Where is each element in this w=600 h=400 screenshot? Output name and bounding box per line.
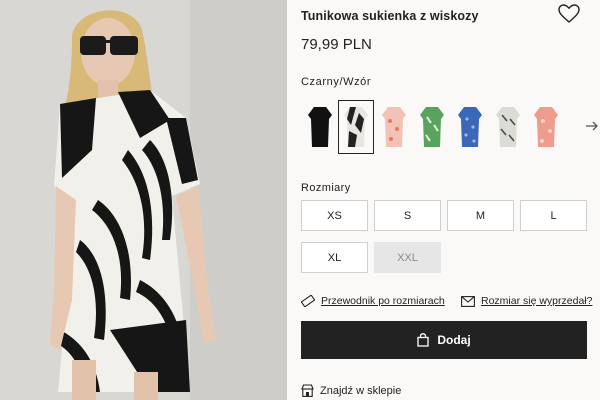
swatch-black-white-print[interactable] (338, 100, 374, 154)
dress-thumbnail-pink (382, 107, 406, 147)
shopping-bag-icon (417, 333, 429, 347)
swatch-pink-print[interactable] (377, 101, 411, 153)
add-to-cart-label: Dodaj (437, 333, 471, 347)
sizes-label: Rozmiary (301, 182, 351, 194)
size-guide-link[interactable]: Przewodnik po rozmiarach (301, 295, 445, 307)
selected-color-label: Czarny/Wzór (301, 76, 372, 88)
swatch-black[interactable] (303, 101, 337, 153)
swatch-grey-print[interactable] (491, 101, 525, 153)
size-button-xl[interactable]: XL (301, 242, 368, 273)
product-title: Tunikowa sukienka z wiskozy (301, 9, 479, 23)
product-image[interactable] (0, 0, 287, 400)
envelope-icon (461, 295, 475, 307)
dress-thumbnail-coral (534, 107, 558, 147)
dress-thumbnail-grey (496, 107, 520, 147)
sold-out-label: Rozmiar się wyprzedał? (481, 295, 593, 307)
store-icon (301, 384, 314, 397)
arrow-right-icon (586, 121, 598, 131)
size-button-l[interactable]: L (520, 200, 587, 231)
size-links: Przewodnik po rozmiarach Rozmiar się wyp… (301, 295, 600, 315)
product-price: 79,99 PLN (301, 36, 372, 53)
model-photo (0, 0, 287, 400)
dress-thumbnail-black (308, 107, 332, 147)
dress-thumbnail-black-white (344, 107, 368, 147)
color-swatches (301, 100, 600, 155)
sold-out-notify-link[interactable]: Rozmiar się wyprzedał? (461, 295, 592, 307)
size-button-xxl[interactable]: XXL (374, 242, 441, 273)
add-to-cart-button[interactable]: Dodaj (301, 321, 587, 359)
find-in-store-link[interactable]: Znajdź w sklepie (301, 384, 401, 397)
product-details-panel: Tunikowa sukienka z wiskozy 79,99 PLN Cz… (301, 0, 600, 400)
dress-thumbnail-blue (458, 107, 482, 147)
find-in-store-label: Znajdź w sklepie (320, 384, 402, 397)
size-guide-label: Przewodnik po rozmiarach (321, 295, 445, 307)
swatch-coral-print[interactable] (529, 101, 563, 153)
dress-thumbnail-green (420, 107, 444, 147)
size-button-xs[interactable]: XS (301, 200, 368, 231)
swatch-blue-print[interactable] (453, 101, 487, 153)
ruler-icon (301, 295, 315, 307)
favorite-button[interactable] (558, 4, 580, 24)
swatches-next-button[interactable] (585, 119, 599, 133)
size-button-s[interactable]: S (374, 200, 441, 231)
swatch-green-print[interactable] (415, 101, 449, 153)
size-button-m[interactable]: M (447, 200, 514, 231)
heart-icon (558, 4, 580, 23)
